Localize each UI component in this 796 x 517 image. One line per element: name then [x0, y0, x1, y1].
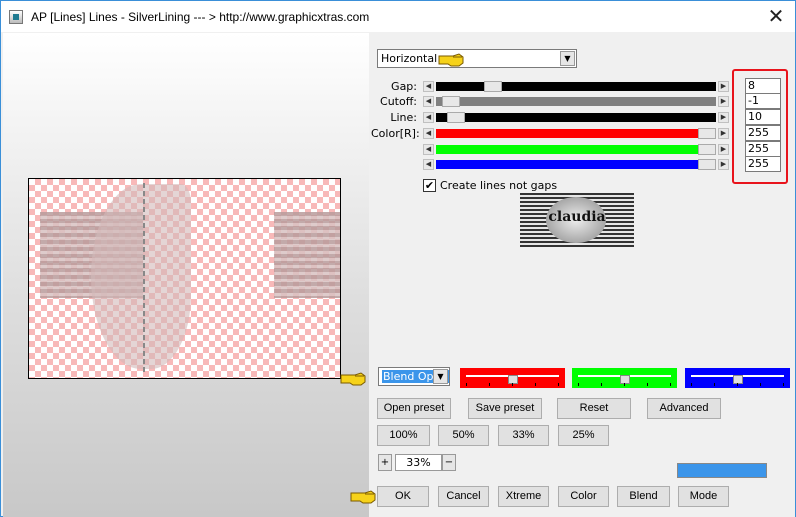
pointing-hand-icon: [437, 52, 465, 68]
line-slider[interactable]: ◀ ▶: [423, 112, 729, 123]
gap-label: Gap:: [391, 80, 417, 93]
open-preset-button[interactable]: Open preset: [377, 398, 451, 419]
xtreme-button[interactable]: Xtreme: [498, 486, 549, 507]
slider-ticks: [466, 383, 559, 386]
arrow-left-icon[interactable]: ◀: [423, 96, 434, 107]
slider-track: [436, 82, 716, 91]
zoom-100-button[interactable]: 100%: [377, 425, 430, 446]
color-button[interactable]: Color: [558, 486, 609, 507]
preview-dashed-line: [143, 183, 145, 373]
arrow-right-icon[interactable]: ▶: [718, 96, 729, 107]
zoom-50-button[interactable]: 50%: [438, 425, 489, 446]
arrow-left-icon[interactable]: ◀: [423, 159, 434, 170]
cutoff-label: Cutoff:: [380, 95, 417, 108]
values-highlight-box: [732, 69, 788, 184]
direction-value: Horizontal: [381, 52, 438, 65]
close-icon[interactable]: ✕: [763, 3, 789, 29]
color-r-slider[interactable]: ◀ ▶: [423, 128, 729, 139]
red-blend-slider[interactable]: [460, 368, 565, 388]
arrow-left-icon[interactable]: ◀: [423, 81, 434, 92]
cutoff-slider[interactable]: ◀ ▶: [423, 96, 729, 107]
ok-button[interactable]: OK: [377, 486, 429, 507]
arrow-right-icon[interactable]: ▶: [718, 128, 729, 139]
arrow-right-icon[interactable]: ▶: [718, 144, 729, 155]
dialog-window: AP [Lines] Lines - SilverLining --- > ht…: [0, 0, 796, 517]
slider-thumb[interactable]: [484, 81, 502, 92]
slider-track: [436, 129, 716, 138]
zoom-value-field[interactable]: 33%: [395, 454, 442, 471]
blue-blend-slider[interactable]: [685, 368, 790, 388]
gap-slider[interactable]: ◀ ▶: [423, 81, 729, 92]
pointing-hand-icon: [349, 489, 377, 505]
zoom-33-button[interactable]: 33%: [498, 425, 549, 446]
save-preset-button[interactable]: Save preset: [468, 398, 542, 419]
slider-track: [436, 97, 716, 106]
color-r-label: Color[R]:: [371, 127, 420, 140]
arrow-left-icon[interactable]: ◀: [423, 128, 434, 139]
claudia-logo: claudia: [520, 193, 634, 247]
slider-track: [436, 113, 716, 122]
arrow-right-icon[interactable]: ▶: [718, 159, 729, 170]
arrow-right-icon[interactable]: ▶: [718, 81, 729, 92]
color-g-slider[interactable]: ◀ ▶: [423, 144, 729, 155]
create-lines-label: Create lines not gaps: [440, 179, 558, 192]
zoom-out-button[interactable]: −: [442, 454, 456, 471]
accent-color-swatch[interactable]: [677, 463, 767, 478]
reset-button[interactable]: Reset: [557, 398, 631, 419]
title-bar: AP [Lines] Lines - SilverLining --- > ht…: [1, 1, 795, 32]
green-blend-slider[interactable]: [572, 368, 677, 388]
slider-track: [436, 145, 716, 154]
zoom-in-button[interactable]: +: [378, 454, 392, 471]
preview-image: [28, 178, 341, 379]
arrow-left-icon[interactable]: ◀: [423, 144, 434, 155]
mode-button[interactable]: Mode: [678, 486, 729, 507]
slider-thumb[interactable]: [442, 96, 460, 107]
slider-ticks: [578, 383, 671, 386]
cancel-button[interactable]: Cancel: [438, 486, 489, 507]
blend-options-select[interactable]: Blend Optio ▼: [378, 367, 450, 386]
blend-button[interactable]: Blend: [617, 486, 670, 507]
arrow-left-icon[interactable]: ◀: [423, 112, 434, 123]
app-icon: [9, 9, 23, 24]
slider-ticks: [691, 383, 784, 386]
zoom-25-button[interactable]: 25%: [558, 425, 609, 446]
slider-track: [436, 160, 716, 169]
color-b-slider[interactable]: ◀ ▶: [423, 159, 729, 170]
logo-text: claudia: [548, 209, 606, 225]
slider-thumb[interactable]: [447, 112, 465, 123]
window-title: AP [Lines] Lines - SilverLining --- > ht…: [31, 9, 370, 24]
line-label: Line:: [390, 111, 417, 124]
pointing-hand-icon: [339, 371, 367, 387]
preview-stripes-right: [274, 212, 340, 298]
create-lines-checkbox[interactable]: ✔: [423, 179, 436, 192]
arrow-right-icon[interactable]: ▶: [718, 112, 729, 123]
direction-select[interactable]: Horizontal ▼: [377, 49, 577, 68]
chevron-down-icon[interactable]: ▼: [433, 369, 448, 384]
slider-thumb[interactable]: [698, 159, 716, 170]
slider-thumb[interactable]: [698, 128, 716, 139]
slider-thumb[interactable]: [698, 144, 716, 155]
advanced-button[interactable]: Advanced: [647, 398, 721, 419]
chevron-down-icon[interactable]: ▼: [560, 51, 575, 66]
preview-figure: [91, 184, 191, 369]
